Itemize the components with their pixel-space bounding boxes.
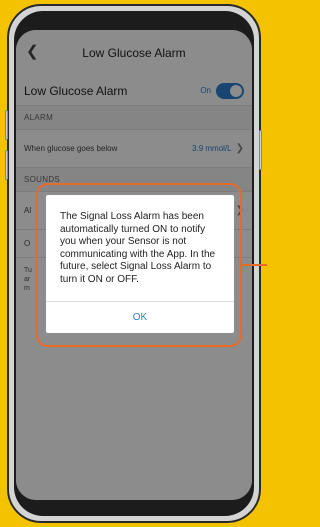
power-button xyxy=(259,130,262,170)
dialog-highlight-callout xyxy=(36,183,242,347)
volume-down-button xyxy=(5,150,8,180)
volume-up-button xyxy=(5,110,8,140)
callout-pointer-line xyxy=(242,264,267,266)
